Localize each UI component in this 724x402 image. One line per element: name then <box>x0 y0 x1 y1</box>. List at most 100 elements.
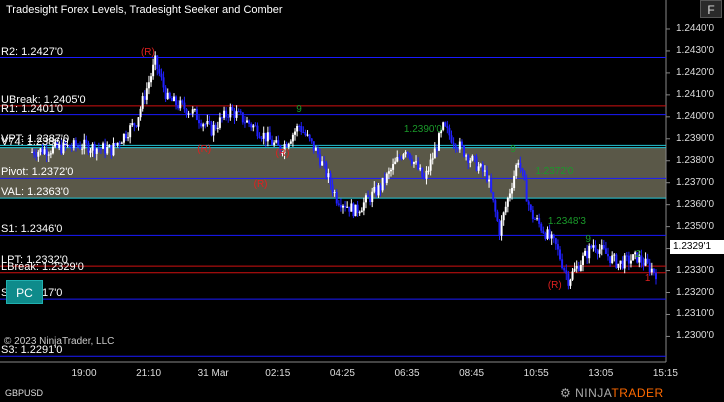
candle-body <box>519 162 522 169</box>
candle-body <box>193 109 196 111</box>
candle-body <box>500 220 503 236</box>
candle-body <box>214 124 217 129</box>
y-tick-label: 1.2430'0 <box>676 44 715 56</box>
signal-annotation: 1.2390'0 <box>403 124 442 135</box>
candle-body <box>437 133 440 151</box>
candle-body <box>364 195 367 203</box>
candle-body <box>208 120 211 123</box>
signal-annotation: 9 <box>296 104 302 116</box>
candle-body <box>227 116 230 118</box>
candle-body <box>544 233 547 239</box>
candle-body <box>590 245 593 248</box>
candle-body <box>642 262 645 266</box>
candle-body <box>68 145 71 148</box>
candle-body <box>617 263 620 268</box>
candle-body <box>124 133 127 139</box>
candle-body <box>385 173 388 183</box>
candle-body <box>164 87 167 99</box>
candle-body <box>394 161 397 165</box>
candle-body <box>83 139 86 149</box>
candle-body <box>337 203 340 205</box>
candle-body <box>262 132 265 139</box>
candle-body <box>467 155 470 163</box>
candle-body <box>496 211 499 221</box>
candle-body <box>39 148 42 153</box>
candle-body <box>162 77 165 88</box>
candle-body <box>575 265 578 269</box>
candle-body <box>99 148 102 150</box>
candle-body <box>577 265 580 271</box>
candle-body <box>210 122 213 136</box>
candle-body <box>533 218 536 220</box>
f-button[interactable]: F <box>700 0 722 18</box>
candle-body <box>310 138 313 142</box>
candle-body <box>375 186 378 196</box>
candle-body <box>254 125 257 127</box>
signal-annotation: (R) <box>547 279 562 291</box>
candle-body <box>427 170 430 172</box>
candle-body <box>129 125 132 138</box>
candle-body <box>294 131 297 135</box>
candle-body <box>450 135 453 143</box>
candle-body <box>498 220 501 236</box>
candle-body <box>319 154 322 166</box>
candle-body <box>529 204 532 211</box>
candle-body <box>481 163 484 172</box>
candle-body <box>377 185 380 196</box>
candle-body <box>185 109 188 115</box>
candle-body <box>147 82 150 89</box>
candle-body <box>252 125 255 128</box>
candle-body <box>360 210 363 213</box>
candle-body <box>371 191 374 203</box>
y-tick-label: 1.2380'0 <box>676 154 715 166</box>
pc-button[interactable]: PC <box>6 280 43 304</box>
candle-body <box>515 164 518 176</box>
signal-annotation: (R) <box>197 143 212 155</box>
candle-body <box>513 175 516 188</box>
candle-body <box>488 179 491 182</box>
candle-body <box>172 96 175 102</box>
candle-body <box>613 254 616 256</box>
candle-body <box>300 126 303 133</box>
candle-body <box>143 96 146 100</box>
candle-body <box>344 205 347 208</box>
candle-body <box>565 270 568 274</box>
signal-annotation: 9 <box>510 143 516 155</box>
candle-body <box>625 255 628 257</box>
candle-body <box>316 148 319 155</box>
candle-body <box>584 250 587 256</box>
candle-body <box>137 117 140 127</box>
candle-body <box>350 203 353 212</box>
candle-body <box>561 259 564 269</box>
candle-body <box>187 113 190 115</box>
candle-body <box>264 132 267 142</box>
candle-body <box>79 146 82 149</box>
candle-body <box>504 206 507 213</box>
candle-body <box>202 124 205 127</box>
level-label: S1: 1.2346'0 <box>1 223 63 236</box>
candle-body <box>41 148 44 154</box>
candle-body <box>181 100 184 103</box>
candle-body <box>469 160 472 163</box>
candle-body <box>475 156 478 171</box>
candle-body <box>379 185 382 191</box>
candle-body <box>327 173 330 178</box>
candle-body <box>508 193 511 198</box>
candle-body <box>118 142 121 144</box>
signal-annotation: 1.2372'0 <box>535 165 574 177</box>
candle-body <box>235 111 238 118</box>
candle-body <box>627 255 630 264</box>
candle-body <box>417 161 420 170</box>
candle-body <box>419 167 422 170</box>
x-tick-label: 15:15 <box>652 368 678 379</box>
candle-body <box>448 128 451 136</box>
y-tick-label: 1.2320'0 <box>676 286 715 298</box>
candle-body <box>271 139 274 145</box>
candle-body <box>191 109 194 114</box>
candle-body <box>70 147 73 149</box>
candle-body <box>239 111 242 113</box>
y-tick-label: 1.2330'0 <box>676 264 715 276</box>
candle-body <box>145 88 148 100</box>
candle-body <box>106 147 109 154</box>
candle-body <box>87 142 90 153</box>
